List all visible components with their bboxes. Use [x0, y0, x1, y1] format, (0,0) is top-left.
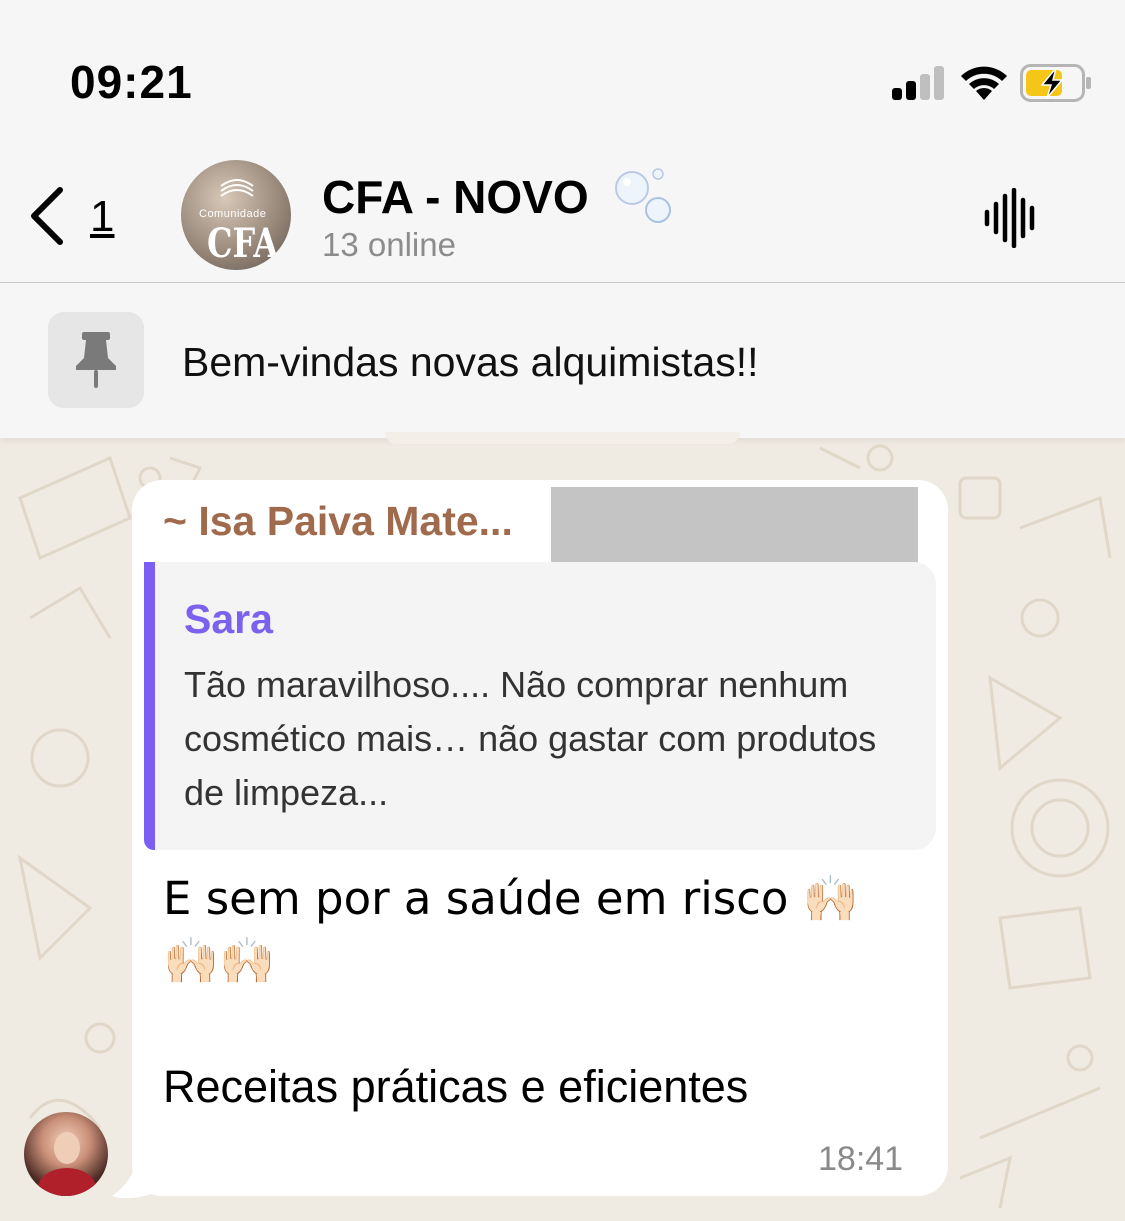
battery-charging-icon	[1020, 64, 1091, 102]
message-text: E sem por a saúde em risco 🙌🏻 🙌🏻🙌🏻 Recei…	[163, 868, 923, 1118]
message-sender[interactable]: ~ Isa Paiva Mate...	[163, 498, 513, 545]
wifi-icon	[961, 66, 1007, 100]
group-avatar[interactable]: Comunidade CFA	[181, 160, 291, 270]
message-line-2: 🙌🏻🙌🏻	[163, 934, 276, 987]
sender-avatar[interactable]	[24, 1112, 108, 1196]
avatar-logo-text: CFA	[207, 220, 279, 267]
signal-icon	[892, 66, 944, 100]
chat-header: 1 Comunidade CFA CFA - NOVO 13 online	[0, 140, 1125, 283]
quote-bar	[144, 562, 155, 850]
pinned-text: Bem-vindas novas alquimistas!!	[182, 339, 759, 385]
logo-lines-icon	[220, 179, 254, 197]
chat-subtitle: 13 online	[322, 226, 456, 263]
status-time: 09:21	[70, 56, 193, 108]
bubbles-emoji-icon	[615, 168, 671, 223]
quoted-message[interactable]: Sara Tão maravilhoso.... Não comprar nen…	[144, 562, 936, 850]
chat-title[interactable]: CFA - NOVO	[322, 170, 589, 224]
date-pill	[385, 432, 740, 444]
voice-chat-icon[interactable]	[982, 188, 1040, 248]
quote-author: Sara	[184, 596, 273, 642]
avatar-caption: Comunidade	[199, 208, 267, 220]
pinned-message-bar[interactable]: Bem-vindas novas alquimistas!!	[0, 283, 1125, 438]
unread-count[interactable]: 1	[90, 192, 114, 242]
message-line-3: Receitas práticas e eficientes	[163, 1061, 749, 1112]
status-bar: 09:21	[0, 0, 1125, 140]
back-chevron-icon[interactable]	[26, 186, 66, 246]
message-line-1: E sem por a saúde em risco 🙌🏻	[163, 872, 859, 925]
pin-button[interactable]	[48, 312, 144, 408]
pin-icon	[76, 332, 116, 388]
message-time: 18:41	[818, 1140, 904, 1178]
quote-text: Tão maravilhoso.... Não comprar nenhum c…	[184, 664, 877, 813]
